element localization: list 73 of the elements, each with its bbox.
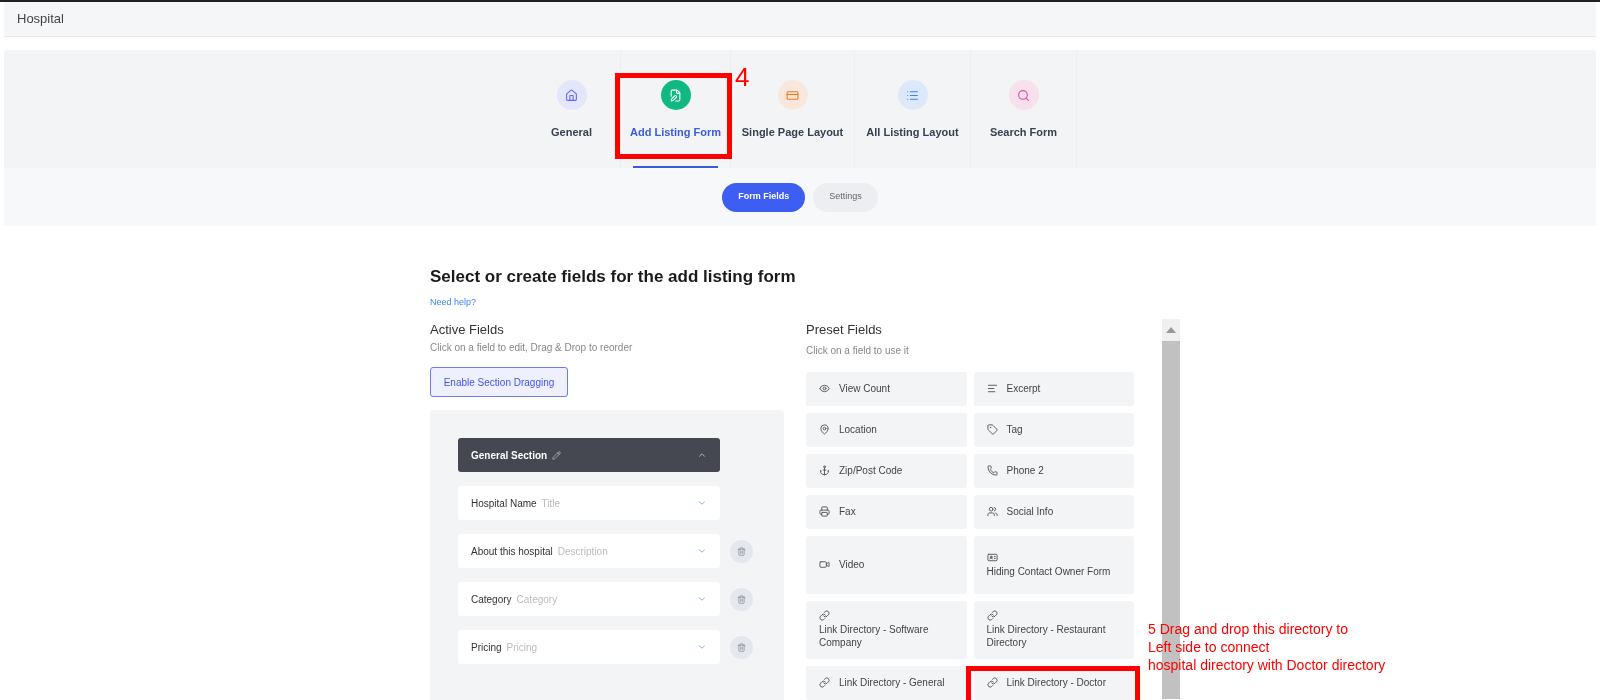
field-type: Title [541,496,561,511]
edit-icon[interactable] [552,450,562,460]
chevron-up-icon [697,450,707,460]
preset-field[interactable]: Hiding Contact Owner Form [973,535,1134,594]
anchor-icon [819,465,830,476]
section-title: Preset Fields [806,321,883,339]
form-heading: Select or create fields for the add listing form [430,266,796,288]
id-card-icon [986,551,998,563]
document-icon [669,88,682,102]
card-icon [786,88,799,102]
delete-button[interactable] [730,587,753,611]
section-subtitle: Click on a field to edit, Drag & Drop to reorder [430,341,634,355]
sub-tab[interactable]: Form Fields [722,182,806,212]
scroll-up-icon[interactable] [1166,327,1176,333]
tag-icon [986,424,998,435]
nav-tab[interactable]: Add Listing Form [621,50,731,168]
link-icon [986,610,998,621]
field-label: Hospital Name [471,496,537,511]
link-icon [819,677,830,688]
chevron-down-icon [697,594,707,604]
field-label: Category [471,592,512,607]
lines-icon [986,383,998,394]
field-row[interactable]: About this hospital Description [458,534,720,568]
preset-field[interactable]: Tag [973,412,1134,447]
preset-field[interactable]: Link Directory - Restaurant Directory [973,600,1134,659]
field-label: About this hospital [471,544,553,559]
search-icon [1017,88,1030,102]
field-label: Pricing [471,640,502,655]
map-pin-icon [819,424,830,435]
preset-field[interactable]: Location [806,412,967,447]
printer-icon [819,506,830,517]
phone-icon [986,465,998,476]
people-icon [986,506,998,517]
instruction-note: hospital directory with Doctor directory [1148,656,1386,674]
preset-field[interactable]: Zip/Post Code [806,453,967,488]
preset-field[interactable]: Fax [806,494,967,529]
delete-button[interactable] [730,539,753,563]
link-icon [819,610,830,621]
home-icon [565,88,578,102]
preset-field[interactable]: Phone 2 [973,453,1134,488]
trash-icon [737,594,746,604]
instruction-note: 5 Drag and drop this directory to [1148,620,1349,638]
preset-field[interactable]: Link Directory - Software Company [806,600,967,659]
trash-icon [737,642,746,652]
help-link[interactable]: Need help? [430,296,477,310]
trash-icon [737,546,746,556]
page-title: Hospital [17,10,64,29]
instruction-note: Left side to connect [1148,638,1271,656]
field-type: Pricing [506,640,538,655]
field-type: Category [516,592,558,607]
list-icon [906,88,919,102]
preset-field[interactable]: Social Info [973,494,1134,529]
step-number: 4 [735,64,750,90]
delete-button[interactable] [730,635,753,659]
chevron-down-icon [697,642,707,652]
field-row[interactable]: Pricing Pricing [458,630,720,664]
preset-field[interactable]: Excerpt [973,371,1134,406]
eye-icon [819,383,830,394]
video-camera-icon [819,559,830,570]
section-header[interactable]: General Section [458,438,720,472]
preset-field[interactable]: Link Directory - General [806,665,967,700]
link-icon [986,677,998,688]
preset-field[interactable]: Video [806,535,967,594]
chevron-down-icon [697,546,707,556]
chevron-down-icon [697,498,707,508]
field-type: Description [557,544,608,559]
field-row[interactable]: Hospital Name Title [458,486,720,520]
enable-dragging-button[interactable]: Enable Section Dragging [430,367,568,397]
section-title: Active Fields [430,320,505,339]
field-row[interactable]: Category Category [458,582,720,616]
section-subtitle: Click on a field to use it [806,343,910,358]
sub-tab[interactable]: Settings [813,182,878,212]
preset-field[interactable]: View Count [806,371,967,406]
